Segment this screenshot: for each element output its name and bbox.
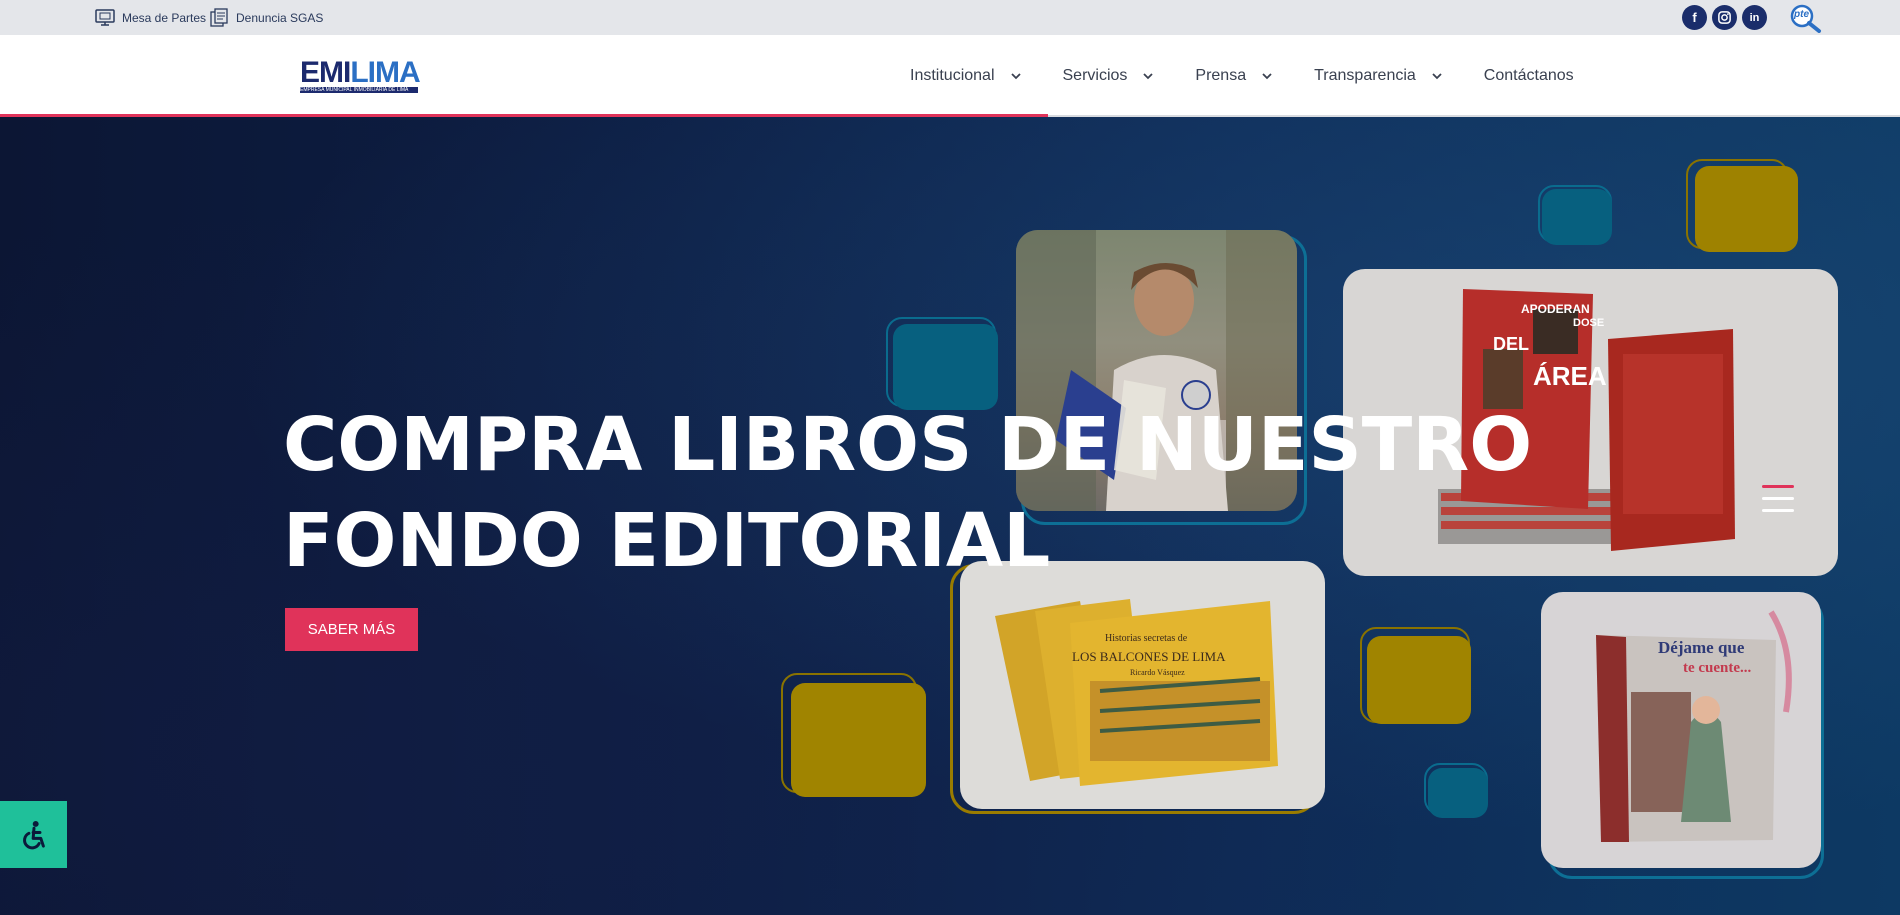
book1-title-big2: ÁREA xyxy=(1533,361,1607,391)
nav-label: Contáctanos xyxy=(1483,67,1574,84)
mesa-de-partes-link[interactable]: Mesa de Partes xyxy=(94,7,206,29)
linkedin-icon[interactable]: in xyxy=(1742,5,1767,30)
denuncia-sgas-link[interactable]: Denuncia SGAS xyxy=(208,7,323,29)
document-stack-icon xyxy=(210,8,228,27)
instagram-icon[interactable] xyxy=(1712,5,1737,30)
logo-lima: LIMA xyxy=(350,56,420,89)
hero-banner: APODERAN DOSE DEL ÁREA Historias secreta… xyxy=(0,117,1900,915)
logo-subtitle: EMPRESA MUNICIPAL INMOBILIARIA DE LIMA xyxy=(300,87,418,93)
books-yellow-illustration xyxy=(995,599,1278,786)
main-nav: Institucional Servicios Prensa Transpare… xyxy=(910,67,1574,85)
nav-prensa[interactable]: Prensa xyxy=(1195,67,1274,85)
top-utility-bar: Mesa de Partes Denuncia SGAS f in pte xyxy=(0,0,1900,35)
nav-contactanos[interactable]: Contáctanos xyxy=(1484,67,1574,85)
facebook-icon[interactable]: f xyxy=(1682,5,1707,30)
book-girl-illustration xyxy=(1596,610,1792,842)
photo-book-girl: Déjame que te cuente... xyxy=(1541,592,1821,868)
book1-title-big1: DEL xyxy=(1493,334,1529,354)
decor-square-gold xyxy=(1367,636,1471,724)
nav-label: Transparencia xyxy=(1314,67,1416,84)
book3-line2: te cuente... xyxy=(1683,660,1752,676)
chevron-down-icon xyxy=(1432,73,1442,80)
social-links: f in xyxy=(1682,5,1767,30)
denuncia-sgas-label: Denuncia SGAS xyxy=(236,11,324,25)
decor-square-teal xyxy=(1428,768,1488,818)
pte-search-button[interactable]: pte xyxy=(1788,3,1824,33)
book2-author: Ricardo Vásquez xyxy=(1130,668,1185,677)
nav-label: Institucional xyxy=(910,67,995,84)
hero-title: COMPRA LIBROS DE NUESTRO FONDO EDITORIAL xyxy=(283,397,1533,589)
emilima-logo[interactable]: EMILIMA EMPRESA MUNICIPAL INMOBILIARIA D… xyxy=(300,56,421,93)
wheelchair-icon xyxy=(22,820,45,849)
nav-servicios[interactable]: Servicios xyxy=(1063,67,1156,85)
accessibility-button[interactable] xyxy=(0,801,67,868)
book2-title-main: LOS BALCONES DE LIMA xyxy=(1072,649,1226,664)
decor-square-gold xyxy=(791,683,926,797)
mesa-de-partes-label: Mesa de Partes xyxy=(122,11,207,25)
book1-title-mid: DOSE xyxy=(1573,317,1605,329)
hamburger-menu-icon[interactable] xyxy=(1762,483,1794,515)
chevron-down-icon xyxy=(1262,73,1272,80)
book3-line1: Déjame que xyxy=(1658,638,1745,657)
instagram-glyph xyxy=(1718,11,1731,24)
chevron-down-icon xyxy=(1143,73,1154,80)
book2-title-small: Historias secretas de xyxy=(1105,633,1188,644)
photo-books-yellow: Historias secretas de LOS BALCONES DE LI… xyxy=(960,561,1325,809)
nav-institucional[interactable]: Institucional xyxy=(910,67,1023,85)
computer-document-icon xyxy=(95,9,115,26)
decor-square-teal xyxy=(1542,189,1612,245)
book1-title-top: APODERAN xyxy=(1521,302,1590,316)
pte-label: pte xyxy=(1794,9,1809,20)
nav-transparencia[interactable]: Transparencia xyxy=(1314,67,1444,85)
logo-emi: EMI xyxy=(300,56,351,89)
logo-wordmark: EMILIMA xyxy=(300,56,421,89)
saber-mas-button[interactable]: SABER MÁS xyxy=(285,608,418,651)
chevron-down-icon xyxy=(1010,73,1021,80)
hero-title-line1: COMPRA LIBROS DE NUESTRO xyxy=(283,402,1533,488)
nav-label: Servicios xyxy=(1062,67,1128,84)
decor-square-gold xyxy=(1695,166,1798,252)
main-header: EMILIMA EMPRESA MUNICIPAL INMOBILIARIA D… xyxy=(0,35,1900,118)
hero-title-line2: FONDO EDITORIAL xyxy=(283,498,1051,584)
nav-label: Prensa xyxy=(1195,67,1247,84)
